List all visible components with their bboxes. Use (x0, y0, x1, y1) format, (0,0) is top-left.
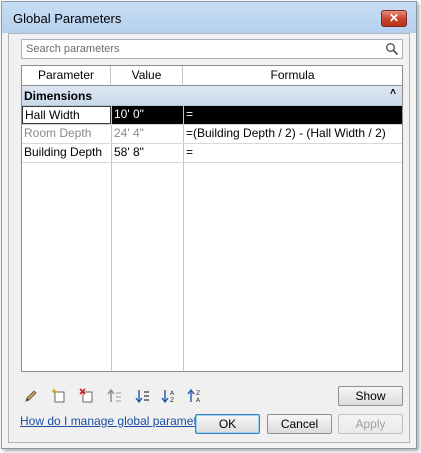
show-button[interactable]: Show (338, 386, 403, 406)
sort-ascending-icon[interactable]: A Z (161, 388, 177, 404)
apply-button[interactable]: Apply (338, 414, 403, 434)
collapse-icon[interactable]: ˄ (390, 87, 396, 98)
svg-text:Z: Z (170, 397, 174, 404)
column-header-value[interactable]: Value (111, 66, 183, 86)
column-header-parameter[interactable]: Parameter (22, 66, 111, 86)
new-parameter-icon[interactable] (51, 388, 67, 404)
search-input[interactable]: Search parameters (26, 43, 120, 55)
parameter-cell[interactable]: Hall Width (22, 106, 111, 124)
help-link[interactable]: How do I manage global parameters? (20, 414, 220, 428)
table-row[interactable]: Building Depth 58' 8" = (22, 144, 402, 162)
delete-parameter-icon[interactable] (79, 388, 95, 404)
ok-button[interactable]: OK (195, 414, 260, 434)
value-cell[interactable]: 24' 4" (112, 125, 183, 143)
table-row[interactable]: Room Depth 24' 4" =(Building Depth / 2) … (22, 125, 402, 143)
formula-cell[interactable]: =(Building Depth / 2) - (Hall Width / 2) (184, 125, 402, 143)
svg-text:A: A (196, 397, 201, 404)
row-divider (22, 162, 402, 163)
edit-icon[interactable] (23, 388, 39, 404)
search-field[interactable]: Search parameters (21, 39, 403, 59)
value-cell[interactable]: 10' 0" (112, 106, 183, 124)
search-icon (386, 43, 399, 56)
close-button[interactable]: ✕ (381, 10, 407, 27)
formula-cell[interactable]: = (184, 144, 402, 162)
window-title: Global Parameters (13, 11, 122, 26)
move-down-icon[interactable] (135, 388, 151, 404)
group-label: Dimensions (24, 89, 93, 103)
sort-descending-icon[interactable]: Z A (187, 388, 203, 404)
table-row[interactable]: Hall Width 10' 0" = (22, 106, 402, 124)
svg-text:Z: Z (196, 390, 200, 397)
parameters-table: Parameter Value Formula Dimensions ˄ Hal… (21, 65, 403, 372)
formula-cell[interactable]: = (184, 106, 402, 124)
svg-text:A: A (170, 390, 175, 397)
global-parameters-dialog: Global Parameters ✕ Search parameters Pa… (1, 1, 417, 449)
parameter-cell[interactable]: Building Depth (22, 144, 111, 162)
move-up-icon[interactable] (107, 388, 123, 404)
cancel-button[interactable]: Cancel (267, 414, 332, 434)
column-header-formula[interactable]: Formula (183, 66, 402, 86)
group-row-dimensions[interactable]: Dimensions ˄ (22, 86, 402, 106)
title-bar: Global Parameters ✕ (2, 2, 416, 33)
dialog-body: Search parameters Parameter Value Formul… (8, 33, 410, 443)
parameter-cell[interactable]: Room Depth (22, 125, 111, 143)
value-cell[interactable]: 58' 8" (112, 144, 183, 162)
